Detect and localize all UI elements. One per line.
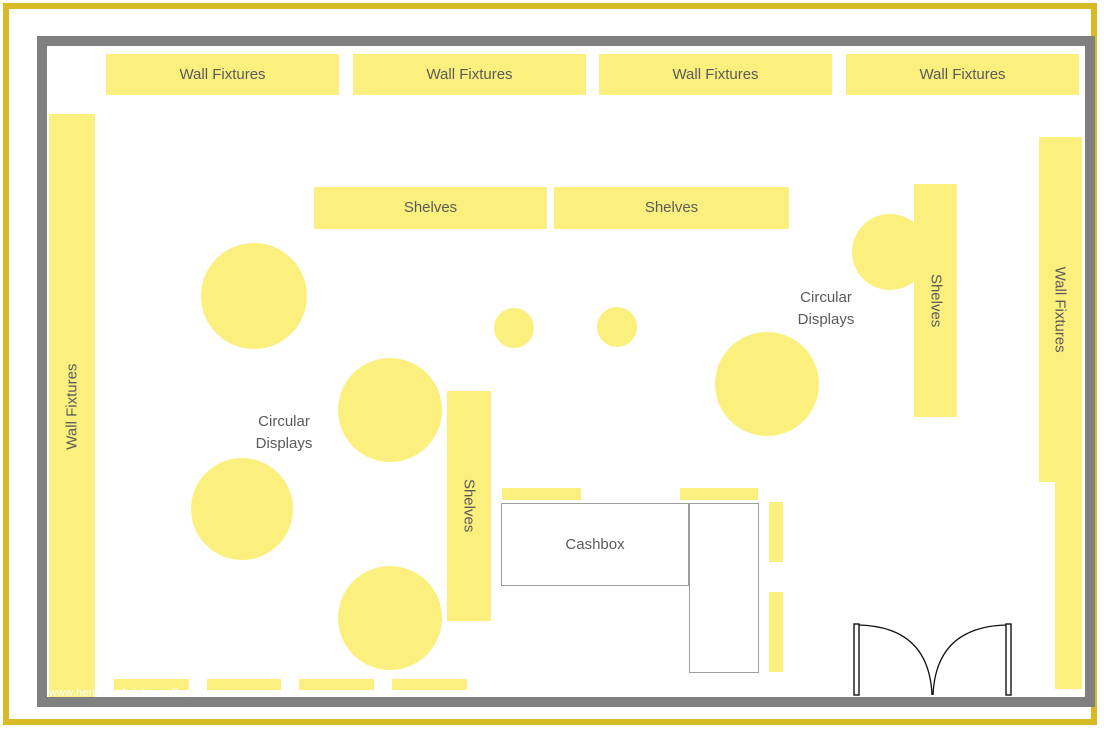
counter-strip-right[interactable] bbox=[680, 488, 758, 500]
fixture-label: Wall Fixtures bbox=[179, 65, 266, 83]
double-door-symbol bbox=[853, 623, 1012, 696]
double-door[interactable] bbox=[853, 621, 1013, 697]
cashbox-counter-wing[interactable] bbox=[689, 503, 759, 673]
watermark-text: www.heritagechristiancollege.com bbox=[49, 687, 222, 697]
side-strip-lower[interactable] bbox=[769, 592, 783, 672]
door-swing-arc-right bbox=[932, 624, 1007, 696]
shelf-center[interactable]: Shelves bbox=[447, 391, 491, 621]
circular-display-4[interactable] bbox=[338, 566, 442, 670]
fixture-label: Wall Fixtures bbox=[426, 65, 513, 83]
side-strip-upper[interactable] bbox=[769, 502, 783, 562]
label-circular-displays-right: Circular Displays bbox=[797, 289, 855, 328]
shelf-top-right[interactable]: Shelves bbox=[554, 187, 789, 229]
fixture-label: Wall Fixtures bbox=[919, 65, 1006, 83]
circular-display-5[interactable] bbox=[494, 308, 534, 348]
circular-display-7[interactable] bbox=[715, 332, 819, 436]
fixture-label: Wall Fixtures bbox=[63, 363, 81, 450]
circular-display-3[interactable] bbox=[191, 458, 293, 560]
bottom-fixture-4[interactable] bbox=[392, 679, 467, 690]
cashbox-label: Cashbox bbox=[565, 536, 625, 553]
label-circular-displays-left: Circular Displays bbox=[255, 413, 313, 452]
shelf-top-left[interactable]: Shelves bbox=[314, 187, 547, 229]
circular-display-1[interactable] bbox=[201, 243, 307, 349]
fixture-label: Shelves bbox=[644, 199, 699, 217]
circular-display-6[interactable] bbox=[597, 307, 637, 347]
floor-plan-canvas: Wall Fixtures Wall Fixtures Wall Fixture… bbox=[0, 0, 1104, 732]
door-leaf-left bbox=[853, 623, 860, 696]
wall-fixture-right[interactable]: Wall Fixtures bbox=[1039, 137, 1082, 482]
door-swing-arc-left bbox=[858, 624, 933, 696]
wall-fixture-top-3[interactable]: Wall Fixtures bbox=[599, 54, 832, 95]
shelf-right[interactable]: Shelves bbox=[914, 184, 957, 417]
wall-fixture-top-1[interactable]: Wall Fixtures bbox=[106, 54, 339, 95]
fixture-label: Shelves bbox=[403, 199, 458, 217]
fixture-label: Wall Fixtures bbox=[1052, 266, 1070, 353]
fixture-label: Shelves bbox=[460, 479, 478, 533]
wall-fixture-top-2[interactable]: Wall Fixtures bbox=[353, 54, 586, 95]
door-leaf-right bbox=[1005, 623, 1012, 696]
room-interior-floor: Wall Fixtures Wall Fixtures Wall Fixture… bbox=[47, 46, 1085, 697]
decorative-gold-frame: Wall Fixtures Wall Fixtures Wall Fixture… bbox=[3, 3, 1097, 725]
fixture-label: Shelves bbox=[927, 273, 945, 328]
fixture-label: Wall Fixtures bbox=[672, 65, 759, 83]
counter-strip-left[interactable] bbox=[502, 488, 581, 500]
wall-fixture-right-lower[interactable] bbox=[1055, 457, 1082, 689]
circular-display-8[interactable] bbox=[852, 214, 928, 290]
bottom-fixture-3[interactable] bbox=[299, 679, 374, 690]
wall-fixture-top-4[interactable]: Wall Fixtures bbox=[846, 54, 1079, 95]
cashbox-counter-main[interactable]: Cashbox bbox=[501, 503, 689, 586]
circular-display-2[interactable] bbox=[338, 358, 442, 462]
wall-fixture-left[interactable]: Wall Fixtures bbox=[49, 114, 95, 697]
